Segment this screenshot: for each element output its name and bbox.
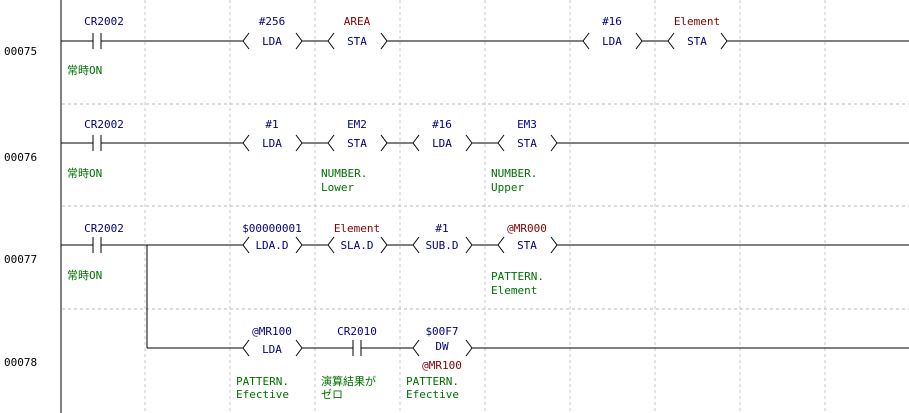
contact-comment: 常時ON <box>67 269 102 282</box>
rung-00078[interactable]: 00078 @MR100 LDA PATTERN. Efective CR201… <box>4 325 909 401</box>
instruction-operand[interactable]: EM2 <box>347 118 367 131</box>
operand-comment-line2: Lower <box>321 181 354 194</box>
instruction-operand[interactable]: @MR000 <box>507 222 547 235</box>
instruction-op[interactable]: STA <box>687 35 707 48</box>
operand-comment-line1: PATTERN. <box>491 270 544 283</box>
instruction-operand[interactable]: $00F7 <box>425 325 458 338</box>
instruction-operand[interactable]: @MR100 <box>252 325 292 338</box>
operand-comment-line1: PATTERN. <box>236 375 289 388</box>
ladder-diagram: 00075 CR2002 常時ON #256 LDA AREA STA #16 … <box>4 0 909 413</box>
rung-00075[interactable]: 00075 CR2002 常時ON #256 LDA AREA STA #16 … <box>4 15 909 77</box>
instruction-op[interactable]: SUB.D <box>425 239 458 252</box>
operand-comment-line2: Element <box>491 284 537 297</box>
contact-comment-line2: ゼロ <box>321 388 343 401</box>
contact-device[interactable]: CR2002 <box>84 15 124 28</box>
operand-comment-line1: NUMBER. <box>491 167 537 180</box>
contact-comment: 常時ON <box>67 64 102 77</box>
instruction-op[interactable]: STA <box>517 239 537 252</box>
rung-number: 00075 <box>4 45 37 58</box>
rung-number: 00076 <box>4 151 37 164</box>
contact-comment: 常時ON <box>67 167 102 180</box>
instruction-operand[interactable]: #16 <box>432 118 452 131</box>
instruction-op[interactable]: LDA.D <box>255 239 288 252</box>
operand-comment-line1: NUMBER. <box>321 167 367 180</box>
instruction-operand[interactable]: #1 <box>435 222 448 235</box>
instruction-operand[interactable]: Element <box>334 222 380 235</box>
rung-number: 00078 <box>4 356 37 369</box>
instruction-operand[interactable]: Element <box>674 15 720 28</box>
contact-device[interactable]: CR2002 <box>84 118 124 131</box>
contact-comment-line1: 演算結果が <box>321 374 376 388</box>
instruction-operand[interactable]: #256 <box>259 15 286 28</box>
operand-comment-line2: Upper <box>491 181 524 194</box>
instruction-operand[interactable]: #16 <box>602 15 622 28</box>
instruction-op[interactable]: STA <box>517 137 537 150</box>
instruction-op[interactable]: SLA.D <box>340 239 373 252</box>
instruction-op[interactable]: LDA <box>602 35 622 48</box>
instruction-operand[interactable]: #1 <box>265 118 278 131</box>
instruction-operand[interactable]: $00000001 <box>242 222 302 235</box>
instruction-op[interactable]: LDA <box>432 137 452 150</box>
instruction-op[interactable]: STA <box>347 35 367 48</box>
instruction-operand[interactable]: AREA <box>344 15 371 28</box>
instruction-op[interactable]: STA <box>347 137 367 150</box>
instruction-op[interactable]: LDA <box>262 343 282 356</box>
contact-device[interactable]: CR2010 <box>337 325 377 338</box>
instruction-operand2[interactable]: @MR100 <box>422 359 462 372</box>
operand-comment-line1: PATTERN. <box>406 375 459 388</box>
operand-comment-line2: Efective <box>236 388 289 401</box>
operand-comment-line2: Efective <box>406 388 459 401</box>
rung-number: 00077 <box>4 253 37 266</box>
instruction-op[interactable]: DW <box>435 340 449 353</box>
instruction-op[interactable]: LDA <box>262 35 282 48</box>
instruction-op[interactable]: LDA <box>262 137 282 150</box>
contact-device[interactable]: CR2002 <box>84 222 124 235</box>
instruction-operand[interactable]: EM3 <box>517 118 537 131</box>
rung-00076[interactable]: 00076 CR2002 常時ON #1 LDA EM2 STA NUMBER.… <box>4 118 909 194</box>
